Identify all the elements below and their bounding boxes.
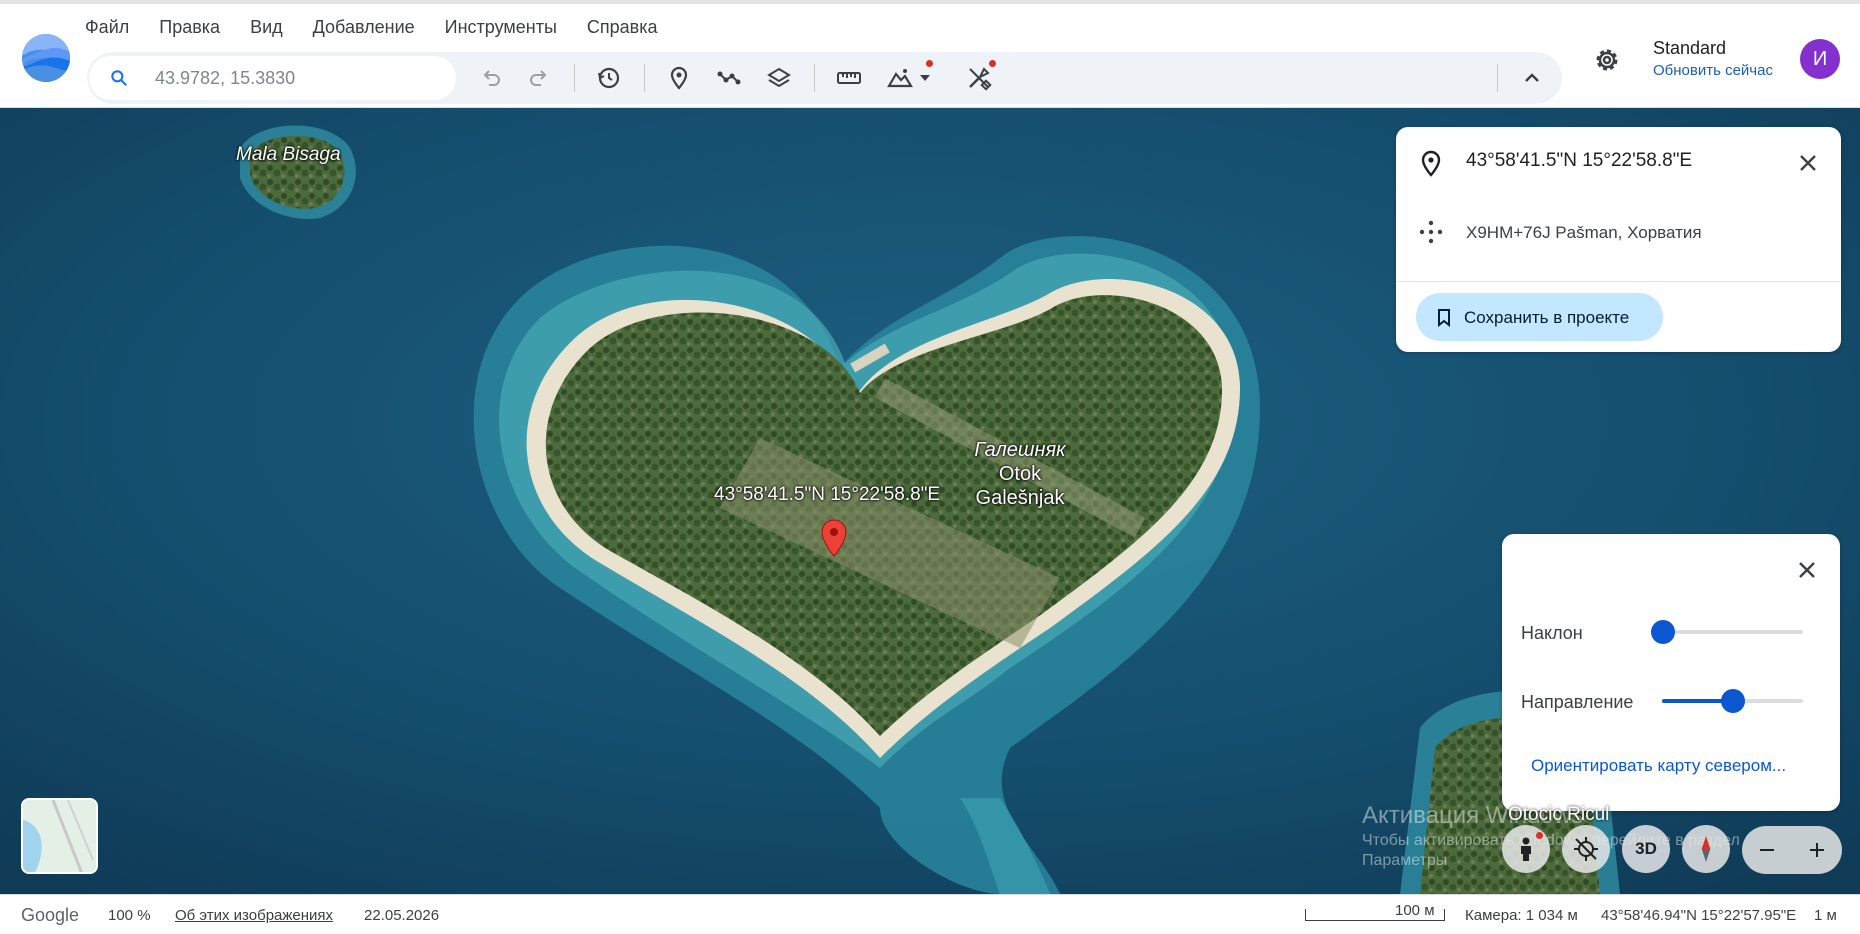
heading-slider[interactable]: [1662, 689, 1803, 713]
tilt-heading-panel: Наклон Направление Ориентировать карту с…: [1502, 534, 1840, 811]
slider-thumb[interactable]: [1651, 620, 1675, 644]
notification-dot: [989, 60, 996, 67]
label-galesnjak: Галешняк Otok Galešnjak: [960, 438, 1080, 510]
elevation: 1 м: [1814, 907, 1837, 924]
undo-icon: [483, 70, 500, 86]
undo-button[interactable]: [471, 60, 511, 96]
plus-code: X9HM+76J Pašman, Хорватия: [1466, 223, 1702, 242]
history-button[interactable]: [589, 60, 629, 96]
map-type-thumbnail[interactable]: [21, 798, 98, 874]
menu-edit[interactable]: Правка: [144, 13, 235, 41]
close-icon[interactable]: [1794, 149, 1822, 177]
scale-label: 100 м: [1395, 902, 1435, 919]
map-thumbnail-image: [23, 800, 96, 872]
slider-thumb[interactable]: [1720, 689, 1745, 713]
tools-icon: [969, 67, 992, 91]
divider: [1396, 281, 1841, 282]
camera-altitude: Камера: 1 034 м: [1465, 907, 1578, 924]
top-bar: Файл Правка Вид Добавление Инструменты С…: [0, 0, 1860, 108]
label-galesnjak-ru: Галешняк: [974, 439, 1066, 461]
location-coordinates: 43°58'41.5"N 15°22'58.8"E: [1466, 150, 1693, 171]
imagery-date: 22.05.2026: [364, 907, 440, 924]
elevation-profile-button[interactable]: [879, 60, 935, 96]
zoom-out-button[interactable]: [1742, 826, 1792, 874]
location-pin-icon: [1421, 150, 1441, 177]
location-off-icon: [1574, 837, 1598, 861]
measure-icon: [837, 72, 861, 84]
heading-label: Направление: [1521, 692, 1634, 712]
label-mala-bisaga: Mala Bisaga: [236, 144, 341, 165]
search-box: [89, 56, 456, 100]
notification-dot: [926, 60, 933, 67]
tilt-label: Наклон: [1521, 623, 1583, 643]
menu-bar: Файл Правка Вид Добавление Инструменты С…: [70, 13, 673, 41]
collapse-toolbar-button[interactable]: [1512, 60, 1552, 96]
layers-icon: [767, 67, 791, 88]
gear-icon[interactable]: [1589, 42, 1625, 78]
menu-file[interactable]: Файл: [70, 13, 144, 41]
redo-button[interactable]: [519, 60, 559, 96]
status-bar: Google 100 % Об этих изображениях 22.05.…: [0, 894, 1860, 934]
plus-icon: [1810, 843, 1824, 857]
add-placemark-button[interactable]: [659, 60, 699, 96]
chevron-up-icon: [1525, 73, 1539, 82]
toolbar-divider: [644, 64, 645, 92]
compass-button[interactable]: [1682, 825, 1730, 873]
location-info-panel: 43°58'41.5"N 15°22'58.8"E X9HM+76J Pašma…: [1396, 127, 1841, 352]
toolbar-divider: [814, 64, 815, 92]
menu-view[interactable]: Вид: [235, 13, 298, 41]
measure-button[interactable]: [829, 60, 869, 96]
google-brand: Google: [21, 905, 80, 925]
tilt-slider[interactable]: [1651, 620, 1803, 644]
layers-button[interactable]: [759, 60, 799, 96]
path-icon: [717, 71, 741, 85]
google-earth-logo[interactable]: [22, 34, 70, 82]
map-pin-icon[interactable]: [818, 518, 850, 558]
cursor-coordinates: 43°58'46.94"N 15°22'57.95"E: [1601, 907, 1797, 924]
avatar[interactable]: И: [1800, 39, 1840, 79]
toolbar: [87, 52, 1562, 104]
zoom-controls: [1742, 826, 1842, 874]
close-icon[interactable]: [1793, 556, 1821, 584]
minus-icon: [1760, 849, 1774, 851]
update-now-link[interactable]: Обновить сейчас: [1653, 62, 1773, 79]
orient-north-link[interactable]: Ориентировать карту севером...: [1531, 756, 1786, 776]
tools-button[interactable]: [959, 60, 999, 96]
zoom-level: 100 %: [108, 907, 151, 924]
label-galesnjak-line1: Otok: [998, 463, 1042, 485]
zoom-in-button[interactable]: [1792, 826, 1842, 874]
label-otocic-ricul: Otocic Ricul: [1508, 804, 1610, 825]
save-to-project-label: Сохранить в проекте: [1464, 308, 1630, 327]
my-location-button[interactable]: [1562, 825, 1610, 873]
about-imagery-link[interactable]: Об этих изображениях: [175, 907, 333, 924]
menu-help[interactable]: Справка: [572, 13, 673, 41]
toggle-3d-button[interactable]: 3D: [1622, 825, 1670, 873]
chevron-down-icon: [920, 75, 930, 81]
add-path-button[interactable]: [709, 60, 749, 96]
map-style-name: Standard: [1653, 38, 1727, 58]
save-to-project-button[interactable]: Сохранить в проекте: [1416, 293, 1663, 341]
plus-code-icon: [1419, 220, 1443, 244]
placemark-label: 43°58'41.5"N 15°22'58.8"E: [714, 484, 941, 505]
search-input[interactable]: [155, 56, 445, 100]
placemark-icon: [670, 66, 688, 90]
compass-icon: [1701, 836, 1711, 862]
toolbar-divider: [1497, 64, 1498, 92]
toolbar-divider: [574, 64, 575, 92]
search-icon[interactable]: [109, 68, 129, 88]
menu-add[interactable]: Добавление: [298, 13, 430, 41]
pegman-icon: [1521, 837, 1531, 861]
history-icon: [598, 67, 620, 89]
elevation-icon: [887, 69, 913, 88]
redo-icon: [530, 70, 547, 86]
menu-tools[interactable]: Инструменты: [430, 13, 572, 41]
bookmark-icon: [1438, 309, 1450, 327]
pegman-button[interactable]: [1502, 825, 1550, 873]
notification-dot: [1536, 832, 1543, 839]
label-galesnjak-line2: Galešnjak: [975, 487, 1065, 509]
